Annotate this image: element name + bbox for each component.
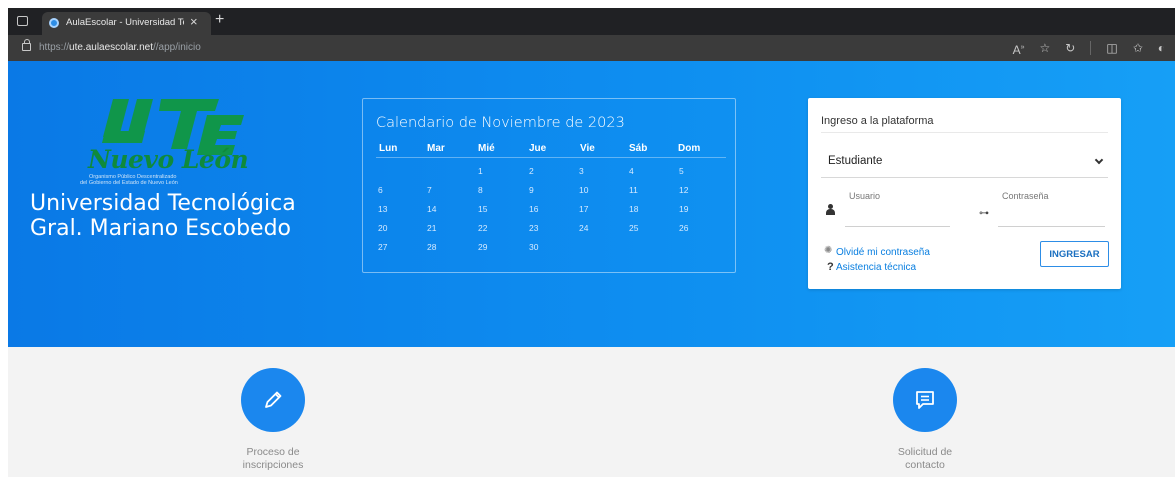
calendar-day: 9 xyxy=(529,185,534,195)
chevron-down-icon xyxy=(1094,155,1104,165)
browser-titlebar: AulaEscolar - Universidad Tecnológica × … xyxy=(8,8,1175,35)
university-name-line2: Gral. Mariano Escobedo xyxy=(30,216,292,241)
pencil-icon-button[interactable] xyxy=(241,368,305,432)
url-host: ute.aulaescolar.net xyxy=(69,42,153,53)
calendar-day: 23 xyxy=(529,223,539,233)
calendar-title: Calendario de Noviembre de 2023 xyxy=(376,115,625,131)
calendar-day: 30 xyxy=(529,242,539,252)
role-select[interactable]: Estudiante xyxy=(821,148,1108,178)
question-icon: ? xyxy=(827,261,834,273)
university-name-line1: Universidad Tecnológica xyxy=(30,191,296,216)
calendar-day: 2 xyxy=(529,166,534,176)
calendar-day: 19 xyxy=(679,204,689,214)
favicon-icon xyxy=(49,18,59,28)
lightbulb-icon: ✺ xyxy=(824,245,833,256)
close-tab-icon[interactable]: × xyxy=(190,15,198,29)
calendar-day: 16 xyxy=(529,204,539,214)
refresh-icon[interactable]: ↻ xyxy=(1065,40,1075,58)
weekday-label: Sáb xyxy=(629,143,648,154)
weekday-label: Dom xyxy=(678,143,701,154)
logo-subtitle-2: del Gobierno del Estado de Nuevo León xyxy=(80,180,178,186)
enrollment-label-line1: Proceso de xyxy=(246,446,300,458)
calendar-day: 17 xyxy=(579,204,589,214)
favorites-icon[interactable]: ✩ xyxy=(1133,40,1143,58)
username-label: Usuario xyxy=(849,191,881,201)
copilot-icon[interactable]: ◐ xyxy=(1158,40,1165,58)
calendar-day: 14 xyxy=(427,204,437,214)
calendar-day: 13 xyxy=(378,204,388,214)
contact-label-line2: contacto xyxy=(905,459,945,471)
url-scheme: https:// xyxy=(39,42,70,53)
calendar-day: 20 xyxy=(378,223,388,233)
address-bar[interactable]: https://ute.aulaescolar.net//app/inicio … xyxy=(8,35,1175,61)
calendar-day: 25 xyxy=(629,223,639,233)
contact-label-line1: Solicitud de xyxy=(897,446,953,458)
url-text[interactable]: https://ute.aulaescolar.net//app/inicio xyxy=(39,42,201,53)
tab-actions-icon[interactable] xyxy=(17,16,28,26)
user-icon xyxy=(826,204,835,215)
read-aloud-icon[interactable]: A» xyxy=(1013,40,1025,58)
password-input[interactable] xyxy=(998,205,1105,227)
tech-support-link[interactable]: Asistencia técnica xyxy=(836,262,916,273)
calendar-day: 10 xyxy=(579,185,589,195)
lock-icon[interactable] xyxy=(22,39,31,51)
forgot-password-link[interactable]: Olvidé mi contraseña xyxy=(836,247,930,258)
contact-label: Solicitud de contacto xyxy=(865,446,985,472)
password-label: Contraseña xyxy=(1002,191,1049,201)
logo-wordmark: Nuevo León xyxy=(88,145,249,174)
calendar-day: 11 xyxy=(629,185,638,195)
role-select-value: Estudiante xyxy=(828,155,883,167)
calendar-day: 8 xyxy=(478,185,483,195)
tab-title: AulaEscolar - Universidad Tecnológica xyxy=(66,17,184,28)
calendar-widget: Calendario de Noviembre de 2023 Lun Mar … xyxy=(362,98,736,273)
calendar-day: 18 xyxy=(629,204,639,214)
calendar-day: 26 xyxy=(679,223,689,233)
calendar-weekdays: Lun Mar Mié Jue Vie Sáb Dom xyxy=(363,143,737,157)
enrollment-action[interactable]: Proceso de inscripciones xyxy=(213,368,333,472)
weekday-label: Lun xyxy=(379,143,398,154)
calendar-day: 21 xyxy=(427,223,437,233)
calendar-day: 12 xyxy=(679,185,689,195)
calendar-day: 29 xyxy=(478,242,488,252)
pencil-icon xyxy=(265,391,282,408)
message-icon-button[interactable] xyxy=(893,368,957,432)
login-card: Ingreso a la plataforma Estudiante Usuar… xyxy=(808,98,1121,289)
calendar-day: 4 xyxy=(629,166,634,176)
weekday-label: Mié xyxy=(478,143,495,154)
calendar-day: 15 xyxy=(478,204,488,214)
calendar-day: 6 xyxy=(378,185,383,195)
calendar-divider xyxy=(376,157,726,158)
login-button[interactable]: INGRESAR xyxy=(1040,241,1109,267)
calendar-day: 27 xyxy=(378,242,388,252)
weekday-label: Jue xyxy=(529,143,547,154)
split-screen-icon[interactable]: ◫ xyxy=(1106,40,1117,58)
url-path: //app/inicio xyxy=(152,42,201,53)
toolbar-separator xyxy=(1090,41,1092,55)
contact-action[interactable]: Solicitud de contacto xyxy=(865,368,985,472)
calendar-day: 24 xyxy=(579,223,589,233)
key-icon: ⊶ xyxy=(979,208,989,219)
calendar-day: 5 xyxy=(679,166,684,176)
favorite-star-icon[interactable]: ☆ xyxy=(1040,40,1051,58)
calendar-day: 22 xyxy=(478,223,488,233)
weekday-label: Vie xyxy=(580,143,595,154)
login-title: Ingreso a la plataforma xyxy=(821,115,934,127)
calendar-day: 7 xyxy=(427,185,432,195)
enrollment-label-line2: inscripciones xyxy=(242,459,304,471)
message-icon xyxy=(916,391,934,409)
browser-toolbar: A» ☆ ↻ ◫ ✩ ◐ xyxy=(1013,40,1165,58)
browser-tab[interactable]: AulaEscolar - Universidad Tecnológica × xyxy=(42,12,211,35)
enrollment-label: Proceso de inscripciones xyxy=(213,446,333,472)
new-tab-icon[interactable]: + xyxy=(215,11,224,29)
calendar-day: 3 xyxy=(579,166,584,176)
quick-actions: Proceso de inscripciones Solicitud de co… xyxy=(8,347,1175,477)
calendar-day: 28 xyxy=(427,242,437,252)
weekday-label: Mar xyxy=(427,143,445,154)
hero-banner: Nuevo León Organismo Público Descentrali… xyxy=(8,61,1175,347)
login-divider xyxy=(821,132,1108,133)
username-input[interactable] xyxy=(845,205,950,227)
calendar-day: 1 xyxy=(478,166,483,176)
